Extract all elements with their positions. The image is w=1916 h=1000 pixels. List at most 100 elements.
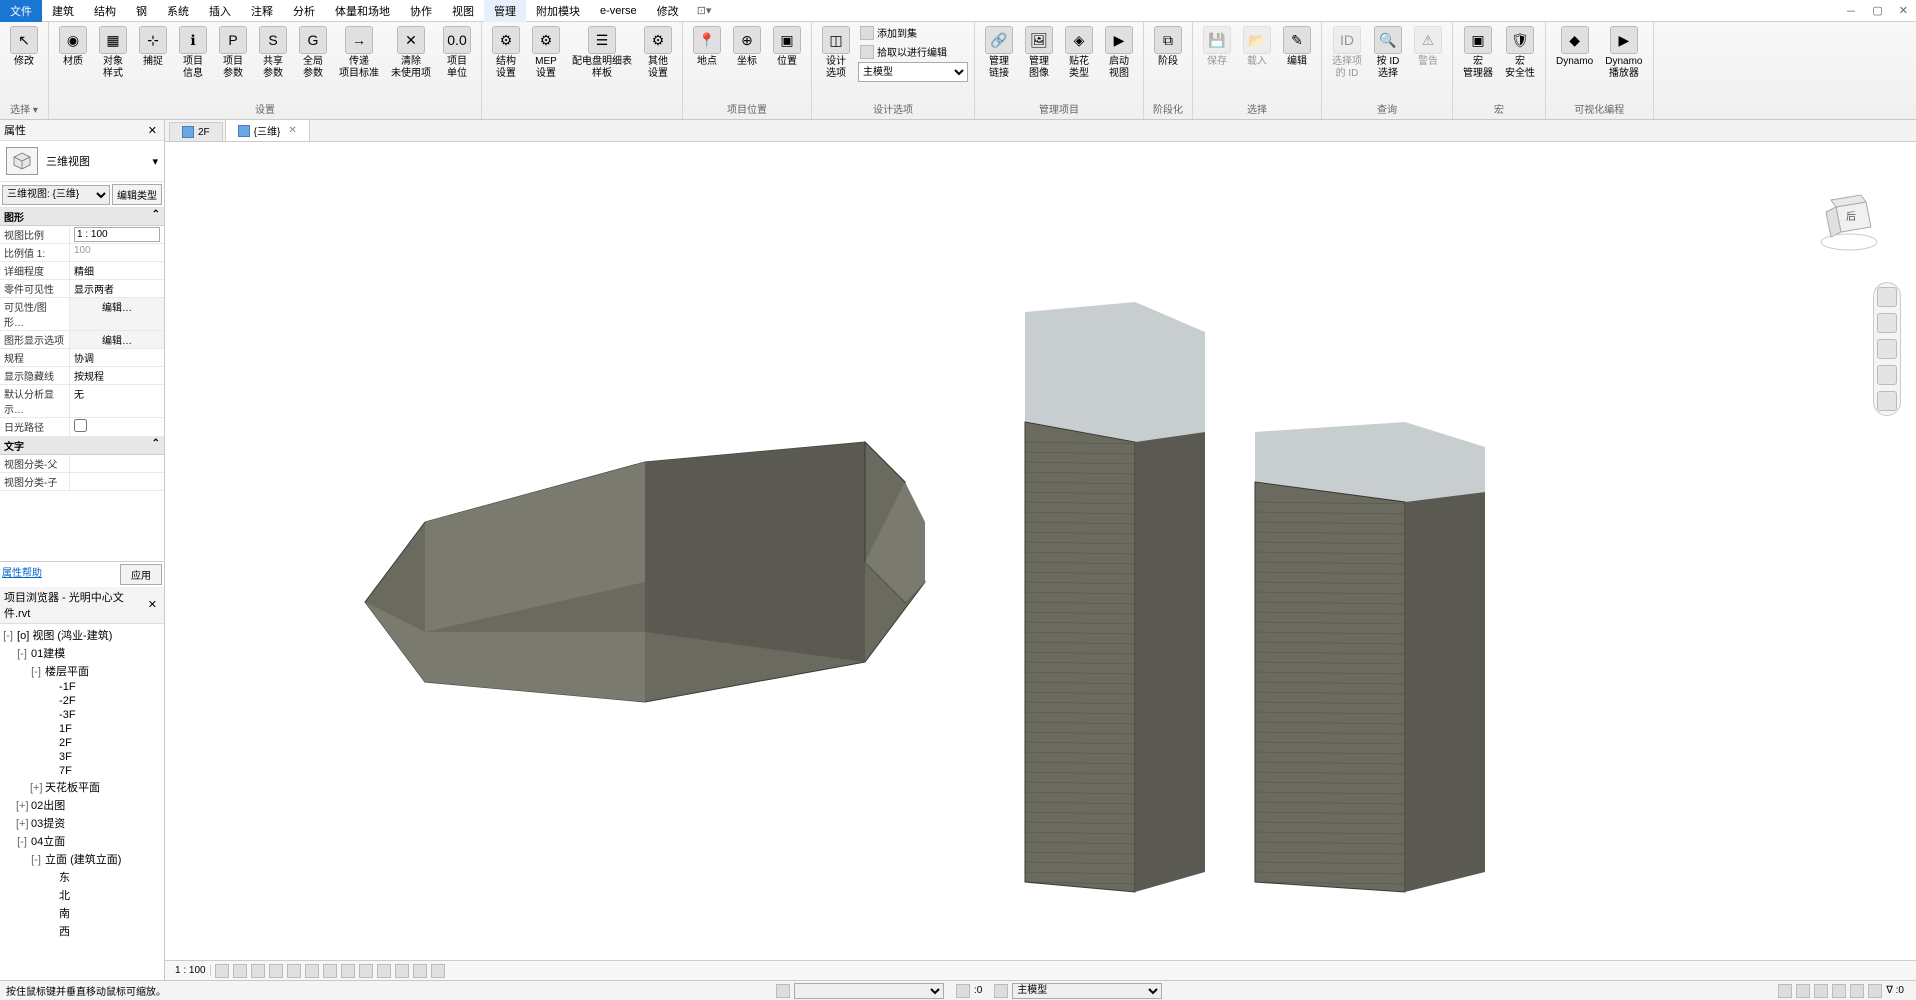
tree-node[interactable]: 南 bbox=[2, 904, 162, 922]
select-pinned-icon[interactable] bbox=[1814, 984, 1828, 998]
struct-settings-button[interactable]: ⚙结构 设置 bbox=[488, 24, 524, 82]
other-settings-button[interactable]: ⚙其他 设置 bbox=[640, 24, 676, 82]
tree-node[interactable]: [-] 楼层平面 bbox=[2, 662, 162, 680]
crop-view-icon[interactable] bbox=[305, 964, 319, 978]
tree-node[interactable]: 3F bbox=[2, 750, 162, 764]
prop-row[interactable]: 视图分类-父 bbox=[0, 455, 164, 473]
tree-node[interactable]: [-] 04立面 bbox=[2, 832, 162, 850]
render-icon[interactable] bbox=[287, 964, 301, 978]
design-options-button[interactable]: ◫设计 选项 bbox=[818, 24, 854, 82]
canvas-3d[interactable]: 后 bbox=[165, 142, 1916, 960]
tree-node[interactable]: -2F bbox=[2, 694, 162, 708]
tree-node[interactable]: 西 bbox=[2, 922, 162, 940]
phases-button[interactable]: ⧉阶段 bbox=[1150, 24, 1186, 70]
apply-button[interactable]: 应用 bbox=[120, 564, 162, 585]
menu-system[interactable]: 系统 bbox=[157, 0, 199, 22]
project-info-button[interactable]: ℹ项目 信息 bbox=[175, 24, 211, 82]
worksets-icon[interactable] bbox=[776, 984, 790, 998]
browser-close[interactable]: ✕ bbox=[145, 598, 160, 611]
nav-zoom[interactable] bbox=[1877, 339, 1897, 359]
tree-node[interactable]: 7F bbox=[2, 764, 162, 778]
decal-types-button[interactable]: ◈贴花 类型 bbox=[1061, 24, 1097, 82]
prop-row[interactable]: 视图分类-子 bbox=[0, 473, 164, 491]
main-model-select[interactable]: 主模型 bbox=[858, 62, 968, 82]
prop-row[interactable]: 可见性/图形…编辑… bbox=[0, 298, 164, 331]
prop-row[interactable]: 视图比例 bbox=[0, 226, 164, 244]
menu-modify[interactable]: 修改 bbox=[647, 0, 689, 22]
nav-wheel[interactable] bbox=[1877, 287, 1897, 307]
edit-type-button[interactable]: 编辑类型 bbox=[112, 184, 162, 205]
tree-node[interactable]: -1F bbox=[2, 680, 162, 694]
select-face-icon[interactable] bbox=[1832, 984, 1846, 998]
select-underlay-icon[interactable] bbox=[1796, 984, 1810, 998]
tree-node[interactable]: [+] 03提资 bbox=[2, 814, 162, 832]
edit-sel-button[interactable]: ✎编辑 bbox=[1279, 24, 1315, 70]
window-restore[interactable]: ▢ bbox=[1864, 4, 1890, 17]
prop-row[interactable]: 图形显示选项编辑… bbox=[0, 331, 164, 349]
reveal-hidden-icon[interactable] bbox=[377, 964, 391, 978]
startup-view-button[interactable]: ▶启动 视图 bbox=[1101, 24, 1137, 82]
chevron-down-icon[interactable]: ▾ bbox=[152, 155, 158, 168]
tree-node[interactable]: 1F bbox=[2, 722, 162, 736]
position-button[interactable]: ▣位置 bbox=[769, 24, 805, 70]
prop-row[interactable]: 日光路径 bbox=[0, 418, 164, 437]
prop-row[interactable]: 零件可见性显示两者 bbox=[0, 280, 164, 298]
project-browser-tree[interactable]: [-] [o] 视图 (鸿业-建筑)[-] 01建模[-] 楼层平面 -1F -… bbox=[0, 624, 164, 981]
design-option-icon[interactable] bbox=[994, 984, 1008, 998]
sun-path-icon[interactable] bbox=[251, 964, 265, 978]
tree-node[interactable]: 北 bbox=[2, 886, 162, 904]
crop-region-icon[interactable] bbox=[323, 964, 337, 978]
menu-file[interactable]: 文件 bbox=[0, 0, 42, 22]
design-option-select[interactable]: 主模型 bbox=[1012, 983, 1162, 999]
tab-close-icon[interactable]: ✕ bbox=[288, 125, 296, 136]
menu-analyze[interactable]: 分析 bbox=[283, 0, 325, 22]
menu-collab[interactable]: 协作 bbox=[400, 0, 442, 22]
object-styles-button[interactable]: ▦对象 样式 bbox=[95, 24, 131, 82]
view-scale[interactable]: 1 : 100 bbox=[171, 965, 211, 976]
select-links-icon[interactable] bbox=[1778, 984, 1792, 998]
analytical-icon[interactable] bbox=[413, 964, 427, 978]
menu-addins[interactable]: 附加模块 bbox=[526, 0, 590, 22]
purge-button[interactable]: ✕清除 未使用项 bbox=[387, 24, 435, 82]
snaps-button[interactable]: ⊹捕捉 bbox=[135, 24, 171, 70]
shadows-icon[interactable] bbox=[269, 964, 283, 978]
dynamo-player-button[interactable]: ▶Dynamo 播放器 bbox=[1601, 24, 1646, 82]
prop-category[interactable]: 图形⌃ bbox=[0, 208, 164, 226]
location-button[interactable]: 📍地点 bbox=[689, 24, 725, 70]
project-params-button[interactable]: P项目 参数 bbox=[215, 24, 251, 82]
select-by-id-button[interactable]: 🔍按 ID 选择 bbox=[1370, 24, 1406, 82]
viewcube[interactable]: 后 bbox=[1816, 187, 1886, 257]
manage-images-button[interactable]: 🖼管理 图像 bbox=[1021, 24, 1057, 82]
tree-node[interactable]: 2F bbox=[2, 736, 162, 750]
ribbon-expand-icon[interactable]: ⊡▾ bbox=[689, 4, 720, 17]
worksharing-icon[interactable] bbox=[395, 964, 409, 978]
project-units-button[interactable]: 0.0项目 单位 bbox=[439, 24, 475, 82]
shared-params-button[interactable]: S共享 参数 bbox=[255, 24, 291, 82]
drag-elements-icon[interactable] bbox=[1850, 984, 1864, 998]
panel-schedule-button[interactable]: ☰配电盘明细表 样板 bbox=[568, 24, 636, 82]
visual-style-icon[interactable] bbox=[233, 964, 247, 978]
detail-level-icon[interactable] bbox=[215, 964, 229, 978]
modify-button[interactable]: ↖修改 bbox=[6, 24, 42, 70]
menu-annotate[interactable]: 注释 bbox=[241, 0, 283, 22]
window-close[interactable]: ✕ bbox=[1891, 4, 1916, 17]
view-tab[interactable]: 2F bbox=[169, 122, 223, 141]
nav-pan[interactable] bbox=[1877, 313, 1897, 333]
workset-select[interactable] bbox=[794, 983, 944, 999]
menu-struct[interactable]: 结构 bbox=[84, 0, 126, 22]
menu-view[interactable]: 视图 bbox=[442, 0, 484, 22]
background-icon[interactable] bbox=[1868, 984, 1882, 998]
tree-node[interactable]: -3F bbox=[2, 708, 162, 722]
dynamo-button[interactable]: ◆Dynamo bbox=[1552, 24, 1597, 70]
menu-arch[interactable]: 建筑 bbox=[42, 0, 84, 22]
menu-manage[interactable]: 管理 bbox=[484, 0, 526, 22]
tree-node[interactable]: [+] 天花板平面 bbox=[2, 778, 162, 796]
window-minimize[interactable]: － bbox=[1837, 3, 1864, 19]
menu-massing[interactable]: 体量和场地 bbox=[325, 0, 400, 22]
prop-row[interactable]: 显示隐藏线按规程 bbox=[0, 367, 164, 385]
properties-close[interactable]: ✕ bbox=[145, 124, 160, 137]
mep-settings-button[interactable]: ⚙MEP 设置 bbox=[528, 24, 564, 82]
coordinates-button[interactable]: ⊕坐标 bbox=[729, 24, 765, 70]
prop-row[interactable]: 默认分析显示…无 bbox=[0, 385, 164, 418]
properties-grid[interactable]: 图形⌃视图比例比例值 1:100详细程度精细零件可见性显示两者可见性/图形…编辑… bbox=[0, 208, 164, 561]
